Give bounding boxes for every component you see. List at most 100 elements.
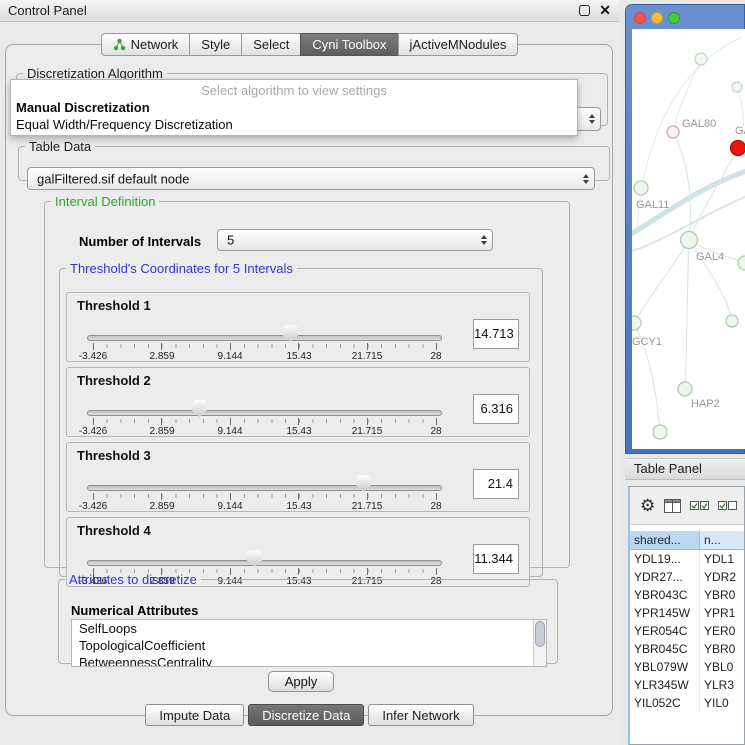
slider-major-tick [93, 418, 94, 425]
table-data-label: Table Data [25, 139, 95, 154]
table-cell[interactable]: YLR3 [700, 676, 744, 694]
chevron-up-icon [583, 174, 589, 178]
table-cell[interactable]: YBR0 [700, 586, 744, 604]
list-item[interactable]: TopologicalCoefficient [72, 637, 546, 654]
table-row[interactable]: YLR345W YLR3 [630, 676, 744, 694]
threshold-1-slider[interactable]: -3.426 2.859 9.144 15.43 21.715 28 [87, 329, 447, 361]
tab-network-label: Network [131, 37, 179, 52]
column-header-name[interactable]: n... [700, 531, 744, 549]
table-cell[interactable]: YPR1 [700, 604, 744, 622]
scrollbar-thumb[interactable] [535, 621, 545, 647]
column-header-shared[interactable]: shared... [630, 531, 700, 549]
table-cell[interactable]: YDL19... [630, 550, 700, 568]
number-of-intervals-label: Number of Intervals [79, 234, 201, 249]
stepper-icon[interactable] [583, 174, 589, 184]
network-node[interactable] [738, 256, 745, 270]
threshold-2-value[interactable]: 6.316 [473, 394, 519, 424]
table-cell[interactable]: YBR0 [700, 640, 744, 658]
threshold-1-title: Threshold 1 [77, 298, 151, 313]
chevron-up-icon [481, 235, 487, 239]
tab-select[interactable]: Select [241, 33, 301, 56]
node-label-gal80: GAL80 [682, 118, 716, 130]
slider-major-tick [161, 493, 162, 500]
threshold-1-value[interactable]: 14.713 [473, 319, 519, 349]
slider-major-tick [298, 418, 299, 425]
attributes-group-label: Attributes to discretize [65, 572, 201, 587]
tab-cyni-toolbox[interactable]: Cyni Toolbox [300, 33, 398, 56]
table-cell[interactable]: YPR145W [630, 604, 700, 622]
float-window-icon[interactable] [579, 5, 590, 16]
deselect-checkboxes-icon[interactable] [718, 501, 737, 511]
table-cell[interactable]: YDR27... [630, 568, 700, 586]
settings-gear-icon[interactable]: ⚙ [640, 497, 655, 514]
table-cell[interactable]: YLR345W [630, 676, 700, 694]
close-traffic-light-icon[interactable] [634, 12, 646, 24]
close-window-icon[interactable]: ✕ [599, 4, 611, 17]
network-node-selected-red[interactable] [731, 141, 745, 156]
number-of-intervals-combobox[interactable]: 5 [217, 229, 493, 251]
tick-label: 2.859 [137, 501, 187, 512]
network-node[interactable] [732, 82, 742, 92]
table-row[interactable]: YBR045C YBR0 [630, 640, 744, 658]
list-item[interactable]: SelfLoops [72, 620, 546, 637]
list-item[interactable]: BetweennessCentrality [72, 654, 546, 667]
table-row[interactable]: YPR145W YPR1 [630, 604, 744, 622]
network-node[interactable] [726, 315, 738, 327]
table-cell[interactable]: YER054C [630, 622, 700, 640]
network-node[interactable] [695, 53, 707, 65]
minimize-traffic-light-icon[interactable] [651, 12, 663, 24]
table-row[interactable]: YDL19... YDL1 [630, 550, 744, 568]
network-node[interactable] [653, 425, 667, 439]
bottom-tab-bar: Impute Data Discretize Data Infer Networ… [0, 704, 619, 726]
table-row[interactable]: YDR27... YDR2 [630, 568, 744, 586]
network-canvas[interactable]: GAL80 GA GAL11 GAL4 GCY1 HAP2 [632, 29, 745, 449]
table-row[interactable]: YBR043C YBR0 [630, 586, 744, 604]
dropdown-option-manual-discretization[interactable]: Manual Discretization [11, 99, 577, 116]
table-cell[interactable]: YDL1 [700, 550, 744, 568]
table-cell[interactable]: YDR2 [700, 568, 744, 586]
table-header-row: shared... n... [630, 531, 744, 550]
tab-impute-data[interactable]: Impute Data [145, 704, 244, 726]
network-node-gal11[interactable] [634, 181, 648, 195]
table-cell[interactable]: YBR043C [630, 586, 700, 604]
stepper-icon[interactable] [481, 235, 487, 245]
tab-jactivemnodules-label: jActiveMNodules [410, 37, 507, 52]
list-scrollbar[interactable] [533, 620, 546, 666]
table-cell[interactable]: YIL052C [630, 694, 700, 712]
columns-icon[interactable] [664, 499, 681, 513]
tab-jactivemnodules[interactable]: jActiveMNodules [398, 33, 519, 56]
network-graph [632, 29, 745, 449]
table-cell[interactable]: YIL0 [700, 694, 744, 712]
select-all-checkboxes-icon[interactable] [690, 501, 709, 511]
network-node-gcy1[interactable] [632, 316, 641, 330]
slider-minor-ticks [93, 344, 438, 348]
network-node-hap2[interactable] [678, 382, 692, 396]
threshold-3-value[interactable]: 21.4 [473, 469, 519, 499]
network-node-gal4[interactable] [681, 232, 698, 249]
tick-label: 15.43 [274, 501, 324, 512]
slider-minor-ticks [93, 494, 438, 498]
table-cell[interactable]: YBL0 [700, 658, 744, 676]
table-data-combobox[interactable]: galFiltered.sif default node [27, 167, 595, 190]
tab-style[interactable]: Style [189, 33, 242, 56]
threshold-4-value[interactable]: 11.344 [473, 544, 519, 574]
table-cell[interactable]: YER0 [700, 622, 744, 640]
tab-discretize-data[interactable]: Discretize Data [248, 704, 364, 726]
table-row[interactable]: YBL079W YBL0 [630, 658, 744, 676]
table-cell[interactable]: YBR045C [630, 640, 700, 658]
zoom-traffic-light-icon[interactable] [668, 12, 680, 24]
apply-button[interactable]: Apply [268, 671, 334, 692]
stepper-icon[interactable] [589, 114, 595, 124]
slider-major-tick [367, 418, 368, 425]
tick-label: -3.426 [68, 426, 118, 437]
table-cell[interactable]: YBL079W [630, 658, 700, 676]
network-node-gal80[interactable] [667, 126, 679, 138]
table-row[interactable]: YIL052C YIL0 [630, 694, 744, 712]
table-row[interactable]: YER054C YER0 [630, 622, 744, 640]
threshold-3-slider[interactable]: -3.426 2.859 9.144 15.43 21.715 28 [87, 479, 447, 511]
threshold-2-slider[interactable]: -3.426 2.859 9.144 15.43 21.715 28 [87, 404, 447, 436]
tab-network[interactable]: Network [101, 33, 191, 56]
dropdown-option-equal-width-frequency[interactable]: Equal Width/Frequency Discretization [11, 116, 577, 133]
tab-infer-network[interactable]: Infer Network [368, 704, 473, 726]
dropdown-hint: Select algorithm to view settings [11, 80, 577, 99]
